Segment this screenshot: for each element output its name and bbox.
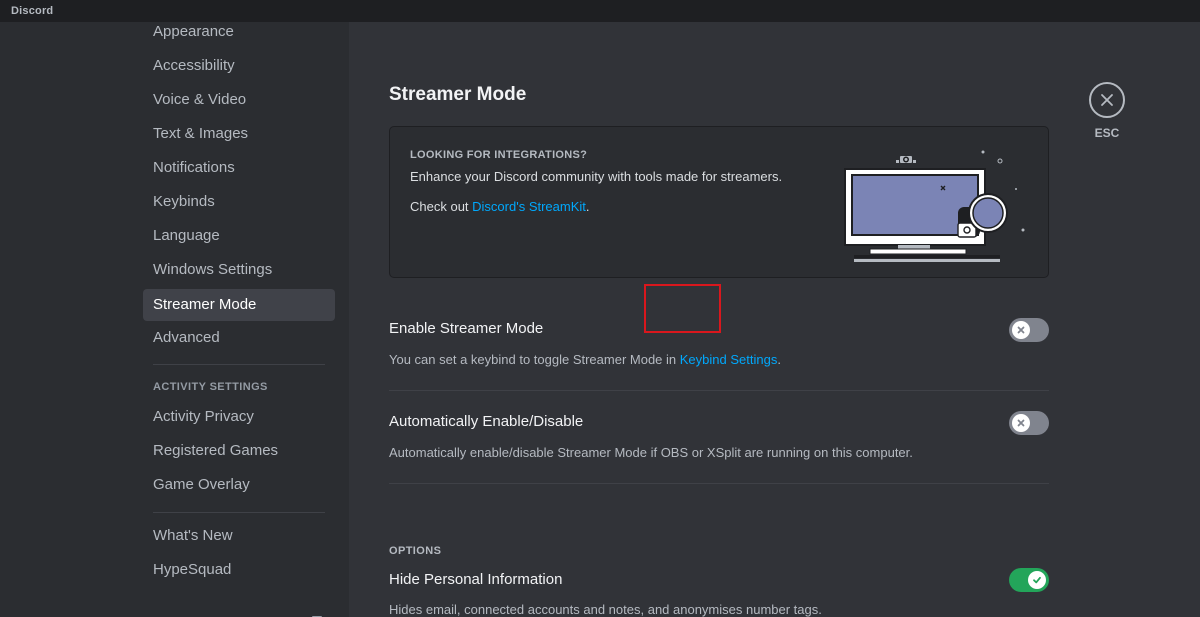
toggle-auto-enable[interactable]	[1009, 411, 1049, 435]
toggle-knob	[1012, 414, 1030, 432]
x-icon	[1017, 419, 1025, 427]
sidebar-item-language[interactable]: Language	[143, 220, 335, 252]
streamkit-prefix: Check out	[410, 199, 473, 214]
app-title: Discord	[11, 5, 54, 17]
sidebar-item-keybinds[interactable]: Keybinds	[143, 186, 335, 218]
sidebar-separator	[153, 512, 325, 513]
integrations-heading: LOOKING FOR INTEGRATIONS?	[410, 149, 588, 161]
sidebar-item-registered-games[interactable]: Registered Games	[143, 435, 335, 467]
integrations-text: Enhance your Discord community with tool…	[410, 169, 783, 184]
toggle-knob	[1028, 571, 1046, 589]
sidebar-header-activity-settings: ACTIVITY SETTINGS	[153, 381, 268, 393]
setting-title-hide-personal-info: Hide Personal Information	[389, 571, 563, 588]
keybind-settings-link[interactable]: Keybind Settings	[680, 352, 778, 367]
sidebar-item-game-overlay[interactable]: Game Overlay	[143, 469, 335, 501]
setting-title-enable-streamer-mode: Enable Streamer Mode	[389, 320, 544, 337]
streamer-monitor-illustration	[844, 150, 1025, 262]
sidebar-item-windows-settings[interactable]: Windows Settings	[143, 254, 335, 286]
sidebar-item-activity-privacy[interactable]: Activity Privacy	[143, 401, 335, 433]
sidebar-item-whats-new[interactable]: What's New	[143, 520, 335, 552]
esc-label: ESC	[1094, 126, 1120, 140]
sidebar-item-appearance[interactable]: Appearance	[143, 22, 335, 48]
setting-desc-hide-personal-info: Hides email, connected accounts and note…	[389, 602, 822, 617]
sidebar-item-voice-video[interactable]: Voice & Video	[143, 84, 335, 116]
setting-divider	[389, 483, 1049, 484]
setting-desc-enable-streamer-mode: You can set a keybind to toggle Streamer…	[389, 352, 781, 367]
streamkit-line: Check out Discord's StreamKit.	[410, 199, 590, 214]
streamkit-link[interactable]: Discord's StreamKit	[472, 199, 586, 214]
x-icon	[1017, 326, 1025, 334]
integrations-card: LOOKING FOR INTEGRATIONS? Enhance your D…	[389, 126, 1049, 278]
settings-content: Streamer Mode ESC LOOKING FOR INTEGRATIO…	[349, 22, 1200, 617]
setting-desc-auto-enable: Automatically enable/disable Streamer Mo…	[389, 445, 913, 460]
sidebar-item-advanced[interactable]: Advanced	[143, 322, 335, 354]
toggle-hide-personal-info[interactable]	[1009, 568, 1049, 592]
sidebar-item-streamer-mode[interactable]: Streamer Mode	[143, 289, 335, 321]
setting-title-auto-enable: Automatically Enable/Disable	[389, 413, 584, 430]
toggle-enable-streamer-mode[interactable]	[1009, 318, 1049, 342]
sidebar-item-notifications[interactable]: Notifications	[143, 152, 335, 184]
title-bar: Discord	[0, 0, 1200, 22]
toggle-knob	[1012, 321, 1030, 339]
close-icon	[1101, 94, 1113, 106]
streamkit-suffix: .	[585, 199, 590, 214]
close-button[interactable]	[1089, 82, 1125, 118]
sidebar-item-accessibility[interactable]: Accessibility	[143, 50, 335, 82]
setting-desc-suffix: .	[777, 352, 781, 367]
highlight-annotation-box	[644, 284, 721, 333]
page-title: Streamer Mode	[389, 84, 527, 105]
sidebar-item-text-images[interactable]: Text & Images	[143, 118, 335, 150]
webcam-icon	[896, 156, 916, 163]
sidebar-item-hypesquad[interactable]: HypeSquad	[143, 554, 335, 586]
check-icon	[1033, 576, 1041, 584]
setting-desc-prefix: You can set a keybind to toggle Streamer…	[389, 352, 680, 367]
sidebar-separator	[153, 364, 325, 365]
setting-divider	[389, 390, 1049, 391]
options-header: OPTIONS	[389, 545, 442, 557]
settings-sidebar: Appearance Accessibility Voice & Video T…	[0, 22, 349, 617]
